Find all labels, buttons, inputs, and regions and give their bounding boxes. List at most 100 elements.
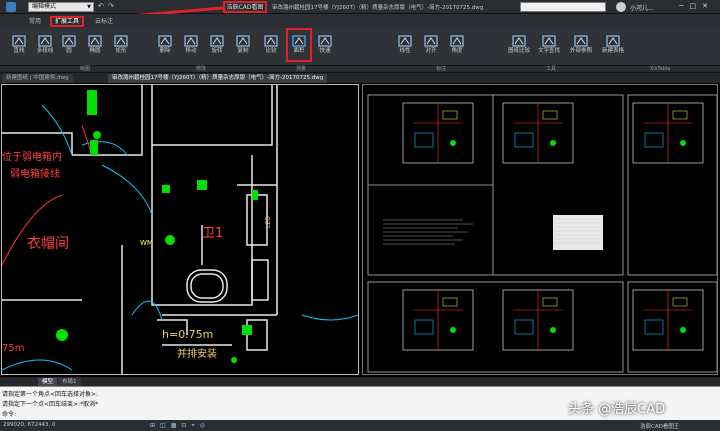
tool-label: 移动 bbox=[185, 48, 197, 54]
eraser-icon bbox=[158, 32, 172, 47]
tool-aligned-dimension-button[interactable]: 对齐 bbox=[418, 30, 444, 58]
label-led: LED bbox=[265, 216, 272, 228]
watermark: 头条 @浩辰CAD bbox=[568, 402, 666, 417]
tab-model[interactable]: 模型 bbox=[38, 378, 58, 386]
tool-compare-button[interactable]: 比较 bbox=[258, 30, 284, 58]
label-height: h=0.75m bbox=[162, 328, 213, 341]
user-name[interactable]: 小河儿... bbox=[630, 3, 654, 12]
tool-angle-dimension-button[interactable]: 角度 bbox=[444, 30, 470, 58]
doc-tab-2[interactable]: 审改潞州碧桂园17号楼（YJ260T）（精）质量杂志厚版（电气）-简方-2017… bbox=[108, 74, 328, 83]
tool-label: 比较 bbox=[265, 48, 277, 54]
undo-icon[interactable]: ↶ bbox=[98, 2, 104, 10]
tool-xref-button[interactable]: 外部参照 bbox=[568, 30, 594, 58]
status-app-title: 浩辰CAD看图王 bbox=[640, 424, 680, 430]
sheet-overview-drawing bbox=[367, 94, 718, 373]
group-dimension: 标注 bbox=[436, 66, 447, 72]
viewport-sheets[interactable] bbox=[362, 84, 718, 375]
tool-circle-button[interactable]: 圆 bbox=[56, 30, 82, 58]
tool-rectangle-button[interactable]: 矩形 bbox=[108, 30, 134, 58]
avatar[interactable] bbox=[616, 2, 626, 12]
copy-icon bbox=[236, 32, 250, 47]
tab-extended-tools[interactable]: 扩展工具 bbox=[50, 16, 85, 27]
sheet-thumbnail bbox=[402, 102, 474, 164]
tool-eraser-button[interactable]: 删除 bbox=[152, 30, 178, 58]
line-icon bbox=[12, 32, 26, 47]
tool-linear-dimension-button[interactable]: 线性 bbox=[392, 30, 418, 58]
tool-label: 线性 bbox=[399, 48, 411, 54]
tool-line-button[interactable]: 直线 bbox=[6, 30, 32, 58]
viewport-detail[interactable]: WM 位于弱电箱内 弱电箱接线 衣帽间 卫1 75m h=0.75m 并排安装 … bbox=[1, 84, 359, 375]
tool-text-find-button[interactable]: 文字查找 bbox=[536, 30, 562, 58]
circle-icon bbox=[62, 32, 76, 47]
tab-home[interactable]: 常用 bbox=[26, 16, 44, 27]
cad-application-window: { "titlebar": { "mode_select": "编辑模式", "… bbox=[0, 0, 720, 431]
tool-label: 面积 bbox=[293, 48, 305, 54]
rotate-icon bbox=[210, 32, 224, 47]
tool-label: 多段线 bbox=[36, 48, 54, 54]
tool-label: 对齐 bbox=[425, 48, 437, 54]
tool-label: 新建表格 bbox=[601, 48, 624, 54]
app-title: 浩辰CAD看图王 bbox=[223, 1, 267, 21]
window-controls[interactable]: ─□✕ bbox=[679, 2, 714, 10]
new-table-icon bbox=[606, 32, 620, 47]
drawing-compare-icon bbox=[512, 32, 526, 47]
ribbon-group-labels: 绘图 修改 测量 标注 工具 XlsTable bbox=[0, 66, 720, 73]
label-bath: 卫1 bbox=[202, 226, 223, 241]
tool-polyline-button[interactable]: 多段线 bbox=[32, 30, 58, 58]
group-modify: 修改 bbox=[196, 66, 207, 72]
label-left-num: 75m bbox=[2, 343, 24, 354]
ribbon-toolbar: 直线 多段线 圆 椭圆 矩形 删除 移动 旋转 复制 比较 面积 快速 线性 对齐 角度 图纸比较 文字查找 外部… bbox=[0, 28, 720, 66]
command-history-2: 请指定下一个点<回车结束>:*取消* bbox=[2, 401, 99, 408]
redo-icon[interactable]: ↷ bbox=[108, 2, 114, 10]
tool-rotate-button[interactable]: 旋转 bbox=[204, 30, 230, 58]
floorplan-detail-drawing: WM 位于弱电箱内 弱电箱接线 衣帽间 卫1 75m h=0.75m 并排安装 … bbox=[1, 85, 359, 375]
search-input[interactable] bbox=[520, 2, 606, 12]
tool-label: 图纸比较 bbox=[507, 48, 530, 54]
tool-new-table-button[interactable]: 新建表格 bbox=[600, 30, 626, 58]
doc-tab-1[interactable]: 新建图纸 | 中国建筑.dwg bbox=[2, 74, 73, 83]
document-tabs: 新建图纸 | 中国建筑.dwg 审改潞州碧桂园17号楼（YJ260T）（精）质量… bbox=[0, 73, 720, 83]
label-weak-box-2: 弱电箱接线 bbox=[10, 167, 60, 180]
linear-dimension-icon bbox=[398, 32, 412, 47]
status-toggle-icons[interactable]: ⊞◫▦⊡⌖◎ bbox=[150, 422, 210, 430]
quick-icon bbox=[318, 32, 332, 47]
group-draw: 绘图 bbox=[80, 66, 91, 72]
cursor-coordinates: 299020, 672443, 0 bbox=[3, 422, 56, 428]
rectangle-icon bbox=[114, 32, 128, 47]
mode-select[interactable]: 编辑模式 ▼ bbox=[28, 2, 94, 12]
polyline-icon bbox=[38, 32, 52, 47]
app-logo-icon bbox=[6, 2, 16, 12]
tool-copy-button[interactable]: 复制 bbox=[230, 30, 256, 58]
tool-label: 矩形 bbox=[115, 48, 127, 54]
tool-label: 圆 bbox=[66, 48, 72, 54]
tool-quick-button[interactable]: 快速 bbox=[312, 30, 338, 58]
status-bar: 299020, 672443, 0 ⊞◫▦⊡⌖◎ 浩辰CAD看图王 bbox=[0, 420, 720, 431]
label-install: 并排安装 bbox=[177, 347, 217, 360]
sheet-thumbnail bbox=[632, 289, 704, 351]
tool-drawing-compare-button[interactable]: 图纸比较 bbox=[506, 30, 532, 58]
svg-text:WM: WM bbox=[140, 239, 153, 247]
group-measure: 测量 bbox=[296, 66, 307, 72]
mode-select-value: 编辑模式 bbox=[32, 3, 57, 10]
tool-label: 角度 bbox=[451, 48, 463, 54]
area-icon bbox=[292, 32, 306, 47]
tool-label: 旋转 bbox=[211, 48, 223, 54]
layout-tabs: 模型 布局1 bbox=[0, 377, 720, 386]
command-prompt[interactable]: 命令: bbox=[2, 409, 16, 418]
tool-move-button[interactable]: 移动 bbox=[178, 30, 204, 58]
sheet-thumbnail bbox=[502, 289, 574, 351]
group-tools: 工具 bbox=[546, 66, 557, 72]
move-icon bbox=[184, 32, 198, 47]
tool-label: 删除 bbox=[159, 48, 171, 54]
drawing-canvas[interactable]: WM 位于弱电箱内 弱电箱接线 衣帽间 卫1 75m h=0.75m 并排安装 … bbox=[0, 83, 720, 377]
tool-ellipse-button[interactable]: 椭圆 bbox=[82, 30, 108, 58]
text-find-icon bbox=[542, 32, 556, 47]
group-xlstable: XlsTable bbox=[650, 66, 671, 72]
tab-layout1[interactable]: 布局1 bbox=[58, 378, 81, 386]
ribbon-tabs: 常用 扩展工具 云标注 bbox=[0, 14, 720, 28]
tool-area-button[interactable]: 面积 bbox=[286, 28, 312, 62]
label-weak-box: 位于弱电箱内 bbox=[2, 150, 62, 163]
label-cloakroom: 衣帽间 bbox=[27, 236, 69, 252]
tab-cloud-annotation[interactable]: 云标注 bbox=[92, 16, 116, 27]
tool-label: 复制 bbox=[237, 48, 249, 54]
